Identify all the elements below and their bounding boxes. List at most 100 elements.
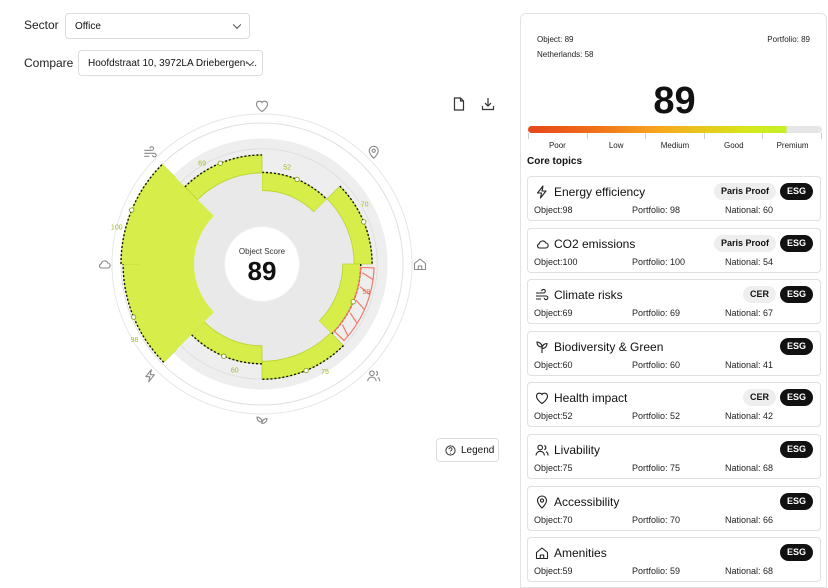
help-circle-icon [445, 444, 456, 456]
portfolio-summary: Portfolio: 89 [767, 35, 810, 44]
esg-badge: ESG [779, 492, 813, 510]
core-topics-title: Core topics [527, 156, 583, 167]
file-icon[interactable] [451, 96, 467, 112]
topic-portfolio-value: Portfolio: 98 [632, 205, 681, 215]
wind-icon [144, 146, 157, 158]
lightning-icon [536, 185, 547, 199]
topic-title: Biodiversity & Green [554, 339, 664, 354]
topic-national-value: National: 60 [725, 205, 774, 215]
topic-title: CO2 emissions [554, 236, 636, 251]
topic-national-value: National: 41 [725, 359, 774, 370]
topic-badges: Paris Proof ESG [713, 234, 813, 252]
topic-card[interactable]: Livability ESG Object:75 Portfolio: 75 Natio… [527, 434, 821, 479]
topic-national-value: National: 42 [725, 411, 774, 422]
compare-select-value: Hoofdstraat 10, 3972LA Driebergen-... [88, 57, 257, 69]
topic-portfolio-value: Portfolio: 60 [632, 359, 681, 370]
topic-title: Livability [554, 443, 601, 457]
value-dot [350, 299, 356, 305]
topic-card[interactable]: Biodiversity & Green ESG Object:60 Portfoli… [527, 330, 821, 376]
heart-icon [255, 100, 269, 113]
topic-portfolio-value: Portfolio: 52 [632, 411, 681, 422]
topic-radar-chart: 52 70 59 75 60 98 100 69 Object Score 89 [99, 100, 427, 424]
compare-select[interactable]: Hoofdstraat 10, 3972LA Driebergen-... [78, 50, 263, 76]
esg-badge: ESG [779, 234, 813, 252]
topic-tag-badge: CER [742, 389, 776, 407]
esg-badge: ESG [779, 183, 813, 200]
segment-value-label: 69 [198, 160, 206, 167]
topic-card[interactable]: Amenities ESG Object:59 Portfolio: 59 Nation… [527, 537, 821, 583]
topic-portfolio-value: Portfolio: 59 [632, 566, 681, 577]
wind-icon [536, 289, 549, 301]
segment-value-label: 98 [131, 337, 139, 344]
value-dot [221, 353, 227, 359]
esg-badge: ESG [779, 337, 813, 355]
object-score-value: 89 [248, 256, 277, 286]
topic-card[interactable]: Climate risks CER ESG Object:69 Portfolio: 6… [527, 279, 821, 325]
score-scale-bar [528, 126, 822, 133]
topic-card[interactable]: Accessibility ESG Object:70 Portfolio: 70 Na… [527, 485, 821, 531]
legend-label: Legend [461, 444, 495, 456]
value-dot [217, 160, 223, 166]
scale-label: Low [608, 141, 624, 150]
topic-national-value: National: 67 [725, 308, 774, 319]
topic-object-value: Object:75 [534, 463, 573, 473]
topic-badges: CER ESG [742, 389, 813, 407]
topic-national-value: National: 54 [725, 256, 774, 267]
topic-card[interactable]: Health impact CER ESG Object:52 Portfolio: 5… [527, 382, 821, 428]
topic-object-value: Object:70 [534, 514, 573, 525]
home-icon [535, 547, 549, 560]
topic-portfolio-value: Portfolio: 70 [632, 514, 681, 525]
value-dot [303, 367, 309, 374]
cloud-icon [99, 260, 111, 269]
value-dot [294, 176, 300, 183]
topic-national-value: National: 66 [725, 514, 774, 525]
overall-score: 89 [653, 80, 696, 122]
segment-value-label: 70 [361, 202, 369, 209]
topic-object-value: Object:59 [534, 566, 573, 577]
score-scale-labels: Poor Low Medium Good Premium [528, 141, 822, 150]
scale-label: Good [724, 141, 744, 150]
topic-badges: ESG [779, 492, 813, 510]
score-scale-ticks [528, 133, 822, 139]
sector-select-value: Office [75, 20, 101, 32]
value-dot [361, 219, 367, 225]
topic-tag-badge: Paris Proof [713, 234, 776, 252]
topic-national-value: National: 68 [725, 463, 774, 473]
topic-badges: CER ESG [742, 286, 813, 304]
topic-badges: Paris Proof ESG [713, 183, 813, 200]
topic-portfolio-value: Portfolio: 75 [632, 463, 681, 473]
value-dot [130, 314, 137, 320]
topic-object-value: Object:60 [534, 359, 573, 370]
topic-title: Health impact [554, 391, 628, 406]
segment-value-label: 100 [111, 224, 123, 231]
sector-select[interactable]: Office [65, 13, 250, 39]
object-summary: Object: 89 [537, 35, 574, 44]
chevron-down-icon [232, 20, 242, 30]
users-icon [535, 444, 549, 456]
topic-title: Accessibility [554, 494, 620, 509]
topic-title: Amenities [554, 546, 607, 561]
scale-label: Medium [660, 141, 690, 150]
compare-label: Compare [24, 56, 74, 70]
topic-badges: ESG [779, 544, 813, 562]
topic-badges: ESG [779, 337, 813, 355]
esg-badge: ESG [779, 389, 813, 407]
scale-label: Poor [548, 141, 566, 150]
topic-card[interactable]: Energy efficiency Paris Proof ESG Object:98… [527, 176, 821, 221]
topic-object-value: Object:69 [534, 308, 573, 319]
national-summary: Netherlands: 58 [537, 50, 594, 59]
topic-tag-badge: CER [742, 286, 776, 304]
heart-icon [535, 393, 549, 405]
topic-portfolio-value: Portfolio: 100 [632, 256, 686, 267]
topic-title: Climate risks [554, 288, 623, 303]
legend-button[interactable]: Legend [436, 438, 499, 462]
topic-tag-badge: Paris Proof [713, 183, 776, 200]
topic-card[interactable]: CO2 emissions Paris Proof ESG Object:100 Por… [527, 227, 821, 273]
scale-label: Premium [776, 141, 809, 150]
cloud-icon [537, 240, 549, 249]
object-score-label: Object Score [239, 247, 286, 256]
download-icon[interactable] [480, 96, 496, 112]
topic-badges: ESG [779, 441, 813, 458]
lightning-icon [145, 369, 155, 383]
topic-portfolio-value: Portfolio: 69 [632, 308, 681, 319]
